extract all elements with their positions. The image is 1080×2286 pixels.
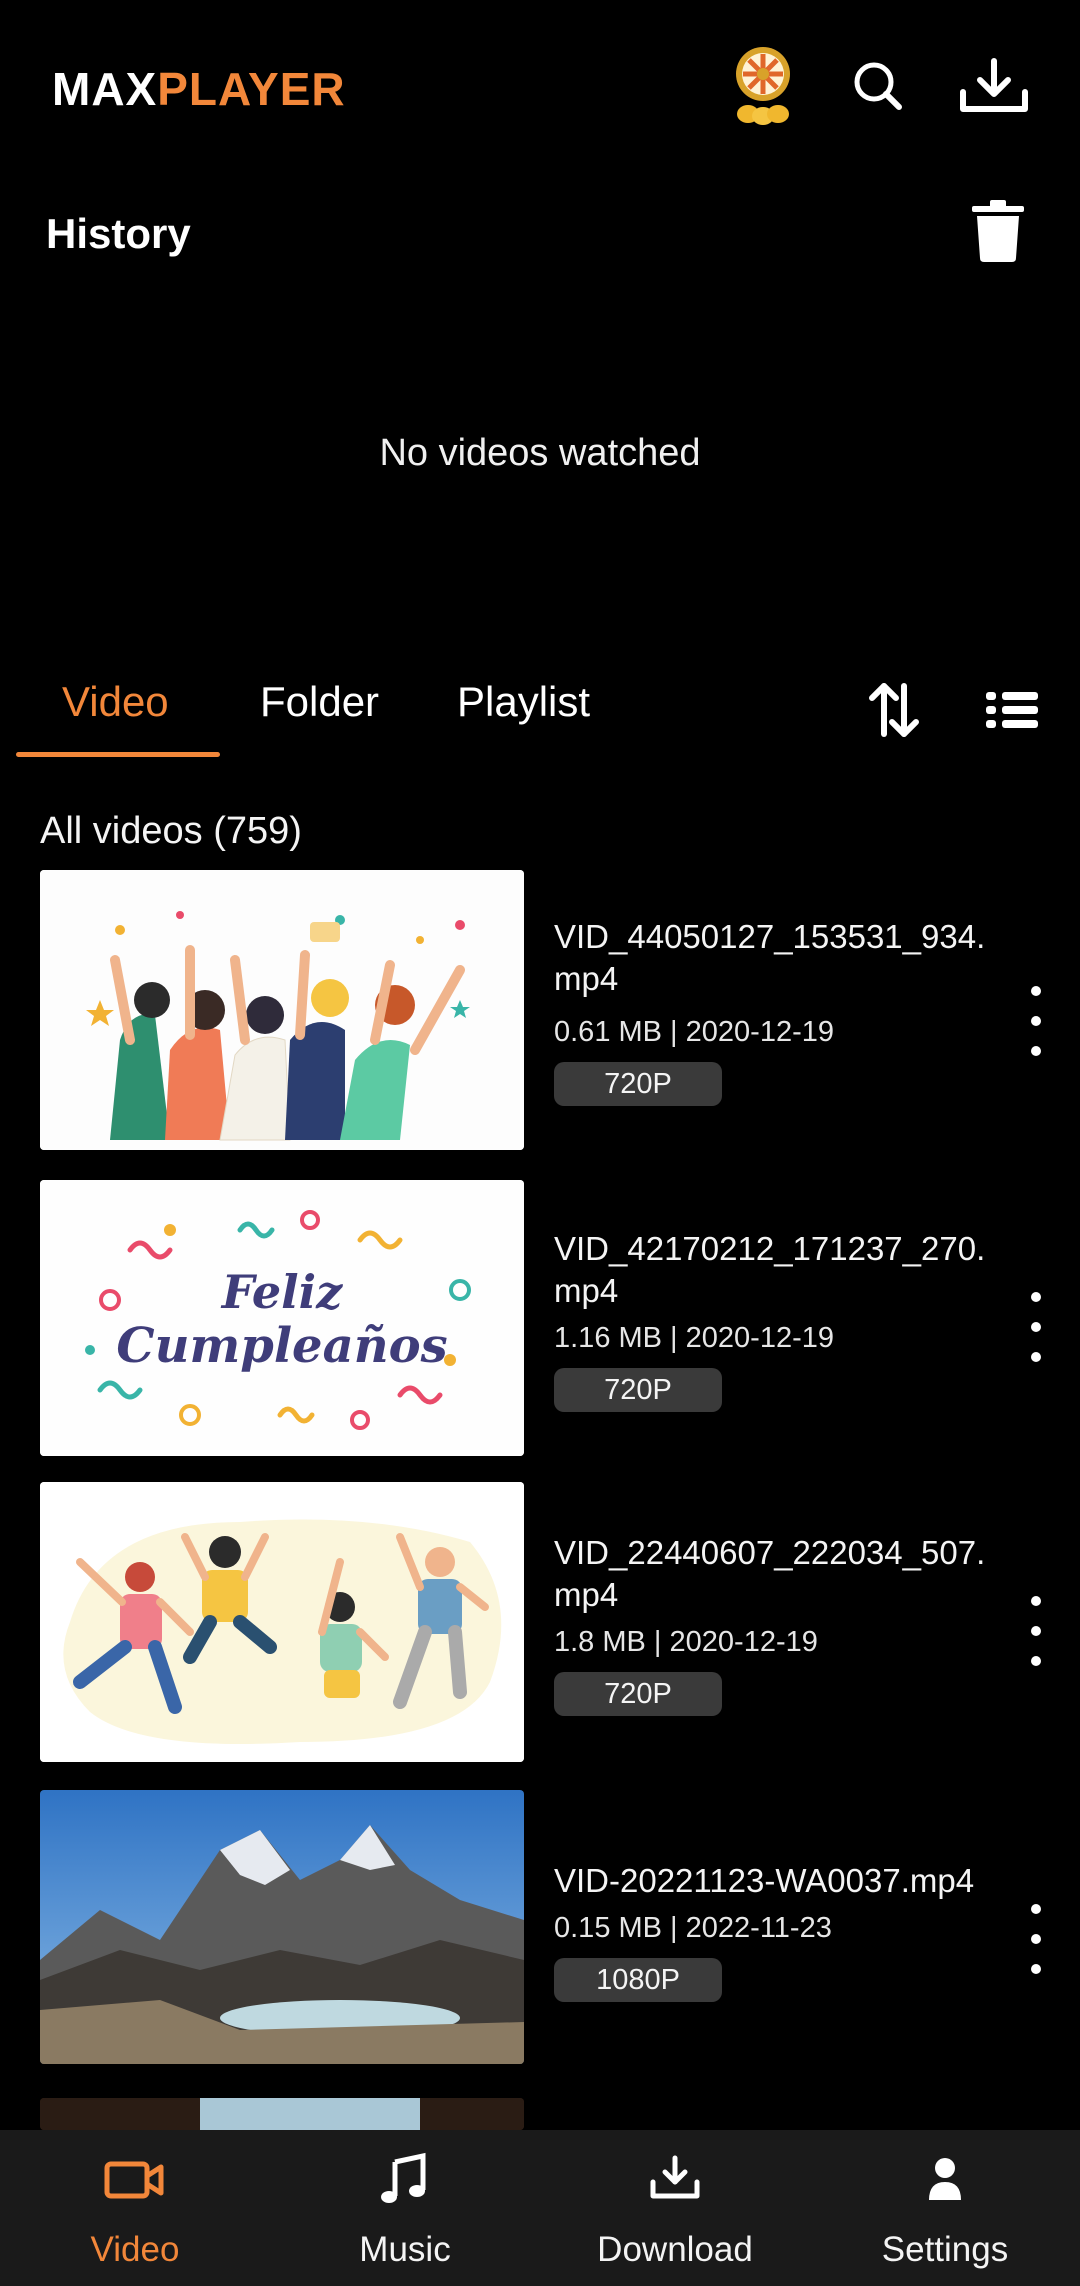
resolution-badge: 720P xyxy=(554,1672,722,1716)
resolution-badge: 720P xyxy=(554,1368,722,1412)
dot xyxy=(1031,986,1041,996)
tab-bar: Video Folder Playlist xyxy=(0,660,1080,760)
nav-download[interactable]: Download xyxy=(540,2130,810,2286)
dot xyxy=(1031,1626,1041,1636)
video-thumbnail[interactable] xyxy=(40,2098,524,2130)
dot xyxy=(1031,1596,1041,1606)
logo-player: PLAYER xyxy=(157,63,346,115)
video-thumbnail[interactable] xyxy=(40,870,524,1150)
dot xyxy=(1031,1904,1041,1914)
logo-max: MAX xyxy=(52,63,158,115)
resolution-badge: 720P xyxy=(554,1062,722,1106)
dot xyxy=(1031,1016,1041,1026)
sort-icon xyxy=(869,683,919,737)
empty-history-message: No videos watched xyxy=(379,432,701,474)
video-title: VID_44050127_153531_934.mp4 xyxy=(554,918,986,997)
top-bar: MAXPLAYER xyxy=(0,0,1080,170)
nav-video[interactable]: Video xyxy=(0,2130,270,2286)
nav-settings-label: Settings xyxy=(881,2230,1009,2269)
download-icon[interactable] xyxy=(958,50,1030,122)
video-meta: 0.15 MB | 2022-11-23 xyxy=(554,1912,832,1944)
more-options-button[interactable] xyxy=(1016,1596,1056,1666)
nav-music-label: Music xyxy=(359,2230,451,2269)
video-list-item[interactable]: VID_22440607_222034_507.mp4 1.8 MB | 202… xyxy=(0,1482,1080,1764)
dot xyxy=(1031,1046,1041,1056)
dot xyxy=(1031,1964,1041,1974)
video-meta: 0.61 MB | 2020-12-19 xyxy=(554,1016,834,1048)
tab-playlist[interactable]: Playlist xyxy=(457,678,590,726)
more-options-button[interactable] xyxy=(1016,1904,1056,1974)
dot xyxy=(1031,1292,1041,1302)
video-list-item[interactable] xyxy=(0,2098,1080,2130)
video-camera-icon xyxy=(95,2152,175,2208)
history-title: History xyxy=(46,210,191,257)
video-title: VID-20221123-WA0037.mp4 xyxy=(554,1862,975,1899)
clear-history-button[interactable] xyxy=(970,200,1036,270)
list-icon xyxy=(986,692,1038,728)
dot xyxy=(1031,1934,1041,1944)
video-meta: 1.16 MB | 2020-12-19 xyxy=(554,1322,834,1354)
download-icon xyxy=(635,2152,715,2208)
nav-download-label: Download xyxy=(597,2230,753,2269)
thumbnail-text-line2: Cumpleaños xyxy=(116,1318,447,1374)
video-list-item[interactable]: VID-20221123-WA0037.mp4 0.15 MB | 2022-1… xyxy=(0,1790,1080,2066)
nav-music[interactable]: Music xyxy=(270,2130,540,2286)
music-note-icon xyxy=(365,2152,445,2208)
trash-icon xyxy=(972,200,1024,262)
video-title: VID_22440607_222034_507.mp4 xyxy=(554,1534,986,1613)
lucky-wheel-icon[interactable] xyxy=(728,44,798,125)
more-options-button[interactable] xyxy=(1016,1292,1056,1362)
video-title: VID_42170212_171237_270.mp4 xyxy=(554,1230,986,1309)
dot xyxy=(1031,1352,1041,1362)
video-meta: 1.8 MB | 2020-12-19 xyxy=(554,1626,818,1658)
sort-button[interactable] xyxy=(862,678,926,742)
bottom-navigation: Video Music Download Settings xyxy=(0,2130,1080,2286)
thumbnail-text-line1: Feliz xyxy=(220,1265,343,1319)
view-mode-button[interactable] xyxy=(980,678,1044,742)
video-thumbnail[interactable]: Feliz Cumpleaños xyxy=(40,1180,524,1456)
dot xyxy=(1031,1322,1041,1332)
all-videos-header: All videos (759) xyxy=(40,810,302,852)
dot xyxy=(1031,1656,1041,1666)
resolution-badge: 1080P xyxy=(554,1958,722,2002)
person-icon xyxy=(905,2152,985,2208)
video-list-item[interactable]: VID_44050127_153531_934.mp4 0.61 MB | 20… xyxy=(0,868,1080,1152)
video-thumbnail[interactable] xyxy=(40,1790,524,2064)
search-icon[interactable] xyxy=(842,50,914,122)
more-options-button[interactable] xyxy=(1016,986,1056,1056)
video-list-item[interactable]: Feliz Cumpleaños VID_42170212_171237_270… xyxy=(0,1180,1080,1456)
video-thumbnail[interactable] xyxy=(40,1482,524,1762)
tab-folder[interactable]: Folder xyxy=(260,678,379,726)
tab-video[interactable]: Video xyxy=(62,678,169,726)
app-logo: MAXPLAYER xyxy=(52,62,346,116)
nav-video-label: Video xyxy=(90,2230,180,2269)
nav-settings[interactable]: Settings xyxy=(810,2130,1080,2286)
active-tab-indicator xyxy=(16,752,220,757)
